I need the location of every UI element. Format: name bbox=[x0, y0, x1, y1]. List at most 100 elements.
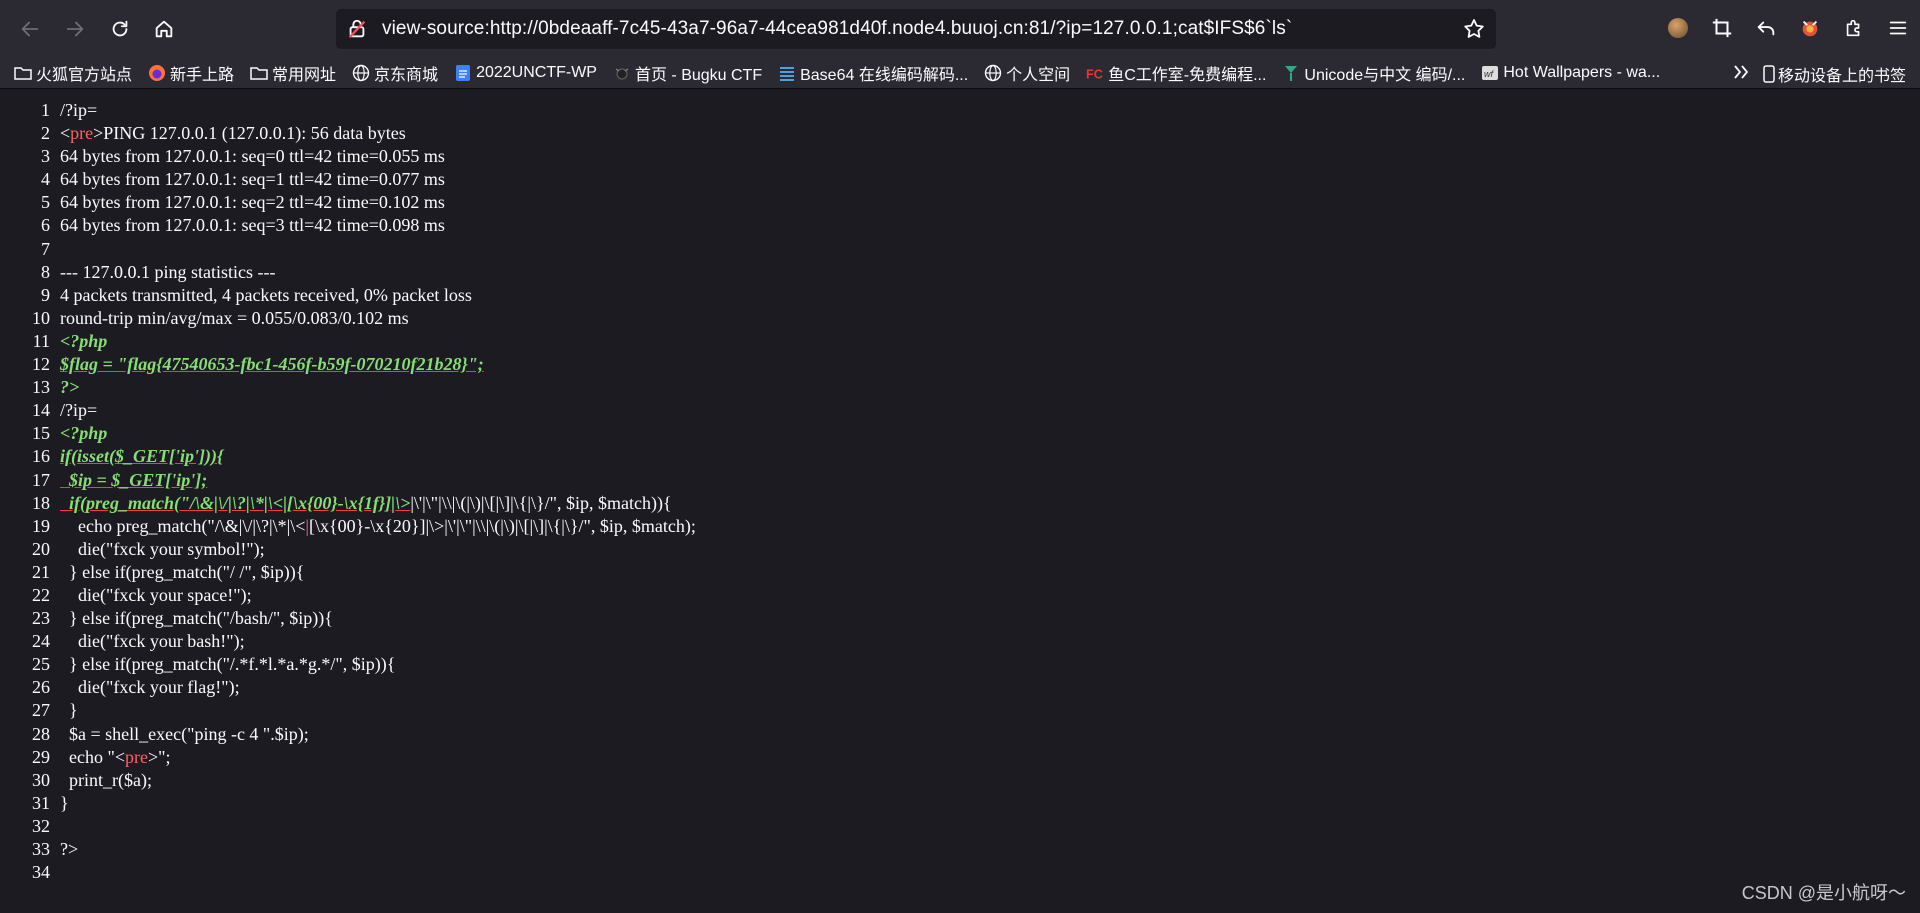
bugku-icon bbox=[613, 64, 631, 82]
code-segment: 64 bytes from 127.0.0.1: seq=1 ttl=42 ti… bbox=[60, 169, 445, 190]
code-segment: /?ip= bbox=[60, 400, 98, 421]
source-line: 11 <?php bbox=[0, 330, 1920, 353]
line-number: 1 bbox=[41, 100, 50, 120]
source-line: 9 4 packets transmitted, 4 packets receiv… bbox=[0, 284, 1920, 307]
source-line: 21 } else if(preg_match("/ /", $ip)){ bbox=[0, 561, 1920, 584]
bookmark-label: 新手上路 bbox=[170, 66, 235, 84]
source-line: 5 64 bytes from 127.0.0.1: seq=2 ttl=42 t… bbox=[0, 191, 1920, 214]
code-segment: die("fxck your bash!"); bbox=[60, 631, 245, 652]
line-code: } bbox=[60, 792, 69, 815]
line-code: if(preg_match("/\&|\/|\?|\*|\<|[\x{00}-\… bbox=[60, 492, 672, 515]
bookmark-item[interactable]: FC 鱼C工作室-免费编程... bbox=[1086, 61, 1266, 85]
line-code: die("fxck your symbol!"); bbox=[60, 538, 265, 561]
bookmark-label: 常用网址 bbox=[272, 66, 337, 84]
line-code: round-trip min/avg/max = 0.055/0.083/0.1… bbox=[60, 307, 409, 330]
source-line: 24 die("fxck your bash!"); bbox=[0, 630, 1920, 653]
code-segment: [\x{00}-\x{20}]|\>|\'|\"|\\|\(|\)|\[|\]|… bbox=[308, 515, 696, 536]
extension-avatar-button[interactable] bbox=[1656, 8, 1700, 48]
line-code: 64 bytes from 127.0.0.1: seq=2 ttl=42 ti… bbox=[60, 191, 445, 214]
line-number: 2 bbox=[41, 123, 50, 144]
code-segment: < bbox=[60, 123, 71, 144]
line-code: 64 bytes from 127.0.0.1: seq=1 ttl=42 ti… bbox=[60, 168, 445, 191]
line-number: 34 bbox=[32, 862, 50, 883]
back-button[interactable] bbox=[10, 9, 50, 49]
bookmarks-overflow-chevron-icon[interactable] bbox=[1732, 63, 1750, 87]
mobile-device-icon bbox=[1763, 65, 1775, 83]
code-segment: } else if(preg_match("/.*f.*l.*a.*g.*/",… bbox=[60, 654, 396, 675]
globe-icon bbox=[984, 64, 1002, 82]
code-segment: if(isset($_GET['ip'])){ bbox=[60, 446, 224, 467]
folder-icon bbox=[250, 64, 268, 82]
bookmark-item[interactable]: wf Hot Wallpapers - wa... bbox=[1481, 64, 1660, 82]
line-code: $a = shell_exec("ping -c 4 ".$ip); bbox=[60, 723, 309, 746]
line-number: 9 bbox=[41, 284, 50, 305]
menu-button[interactable] bbox=[1876, 8, 1920, 48]
line-code: ?> bbox=[60, 376, 79, 399]
bookmark-item[interactable]: 个人空间 bbox=[984, 61, 1070, 85]
line-number: 15 bbox=[32, 423, 50, 444]
base64-icon bbox=[778, 64, 796, 82]
bookmark-item[interactable]: Unicode与中文 编码/... bbox=[1282, 61, 1465, 85]
bookmark-label: Unicode与中文 编码/... bbox=[1304, 66, 1466, 84]
folder-icon bbox=[14, 64, 32, 82]
line-number: 27 bbox=[32, 700, 50, 721]
extensions-button[interactable] bbox=[1832, 8, 1876, 48]
code-segment: $ip = $_GET['ip']; bbox=[60, 469, 208, 490]
line-code: } else if(preg_match("/ /", $ip)){ bbox=[60, 561, 304, 584]
source-line: 23 } else if(preg_match("/bash/", $ip)){ bbox=[0, 607, 1920, 630]
bookmark-item[interactable]: 首页 - Bugku CTF bbox=[613, 61, 762, 85]
line-number: 20 bbox=[32, 538, 50, 559]
source-line: 14 /?ip= bbox=[0, 399, 1920, 422]
source-line: 33 ?> bbox=[0, 838, 1920, 861]
browser-toolbar: view-source:http://0bdeaaff-7c45-43a7-96… bbox=[0, 0, 1920, 57]
line-number: 29 bbox=[32, 746, 50, 767]
url-text: view-source:http://0bdeaaff-7c45-43a7-96… bbox=[382, 18, 1293, 39]
line-code: <?php bbox=[60, 330, 107, 353]
code-segment: <?php bbox=[60, 423, 108, 444]
source-line: 17 $ip = $_GET['ip']; bbox=[0, 469, 1920, 492]
forward-button[interactable] bbox=[55, 9, 95, 49]
crop-button[interactable] bbox=[1700, 8, 1744, 48]
code-segment: die("fxck your space!"); bbox=[60, 584, 252, 605]
line-code: <pre>PING 127.0.0.1 (127.0.0.1): 56 data… bbox=[60, 122, 406, 145]
bookmark-item[interactable]: 火狐官方站点 bbox=[14, 61, 132, 85]
doc-icon bbox=[454, 64, 472, 82]
source-line: 19 echo preg_match("/\&|\/|\?|\*|\<|[\x{… bbox=[0, 515, 1920, 538]
line-code: $flag = "flag{47540653-fbc1-456f-b59f-07… bbox=[60, 353, 484, 376]
bookmark-item[interactable]: 常用网址 bbox=[250, 61, 336, 85]
source-line: 15 <?php bbox=[0, 422, 1920, 445]
home-button[interactable] bbox=[144, 9, 184, 49]
undo-button[interactable] bbox=[1744, 8, 1788, 48]
arrow-left-icon bbox=[21, 21, 39, 37]
line-number: 17 bbox=[32, 469, 50, 490]
line-code: <?php bbox=[60, 422, 107, 445]
bookmark-item[interactable]: Base64 在线编码解码... bbox=[778, 61, 968, 85]
source-line: 1 /?ip= bbox=[0, 99, 1920, 122]
source-line: 13 ?> bbox=[0, 376, 1920, 399]
mobile-bookmarks-folder[interactable]: 移动设备上的书签 bbox=[1763, 62, 1906, 86]
source-line: 16 if(isset($_GET['ip'])){ bbox=[0, 445, 1920, 468]
code-segment: pre bbox=[124, 746, 148, 767]
line-code: echo preg_match("/\&|\/|\?|\*|\<|[\x{00}… bbox=[60, 515, 696, 538]
code-segment: >"; bbox=[147, 746, 171, 767]
bookmark-label: Hot Wallpapers - wa... bbox=[1503, 63, 1661, 81]
line-number: 21 bbox=[32, 561, 50, 582]
extension-hackbar-button[interactable] bbox=[1788, 8, 1832, 48]
bookmark-item[interactable]: 2022UNCTF-WP bbox=[454, 64, 597, 82]
bookmark-star-icon[interactable] bbox=[1462, 17, 1486, 41]
code-segment: pre bbox=[70, 123, 94, 144]
hackbar-icon bbox=[1802, 20, 1818, 37]
bookmark-label: 2022UNCTF-WP bbox=[476, 63, 597, 81]
code-segment: die("fxck your symbol!"); bbox=[60, 538, 265, 559]
line-code: 4 packets transmitted, 4 packets receive… bbox=[60, 284, 472, 307]
bookmark-item[interactable]: 新手上路 bbox=[148, 61, 234, 85]
source-line: 3 64 bytes from 127.0.0.1: seq=0 ttl=42 t… bbox=[0, 145, 1920, 168]
url-bar[interactable]: view-source:http://0bdeaaff-7c45-43a7-96… bbox=[336, 9, 1496, 49]
source-line: 26 die("fxck your flag!"); bbox=[0, 676, 1920, 699]
code-segment: print_r($a); bbox=[60, 769, 152, 790]
line-number: 5 bbox=[41, 192, 50, 213]
svg-text:FC: FC bbox=[1086, 67, 1103, 81]
source-line: 29 echo "<pre>"; bbox=[0, 746, 1920, 769]
bookmark-item[interactable]: 京东商城 bbox=[352, 61, 438, 85]
reload-button[interactable] bbox=[100, 9, 140, 49]
